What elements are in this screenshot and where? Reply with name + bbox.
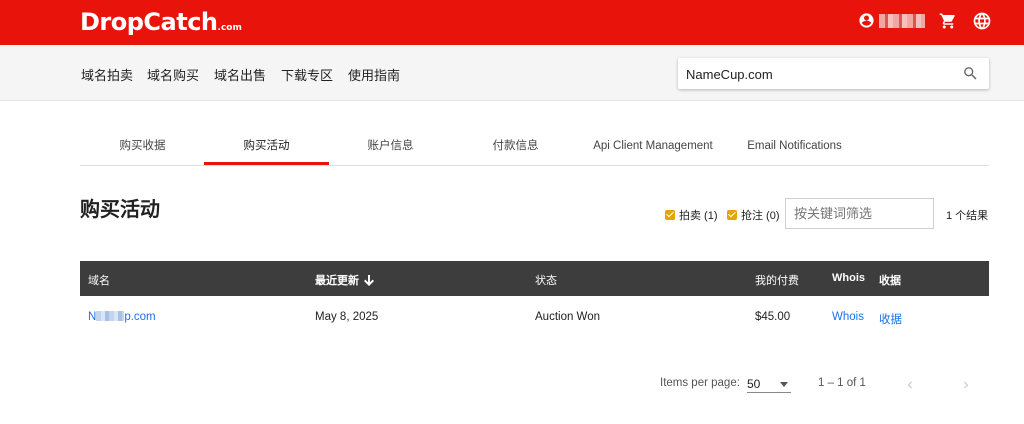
domain-start: N bbox=[88, 311, 97, 323]
redacted-pixels bbox=[96, 311, 125, 321]
column-my-payment[interactable]: 我的付费 bbox=[755, 272, 799, 288]
tab-purchase-receipts[interactable]: 购买收据 bbox=[80, 128, 205, 165]
table-row: Np.com May 8, 2025 Auction Won $45.00 Wh… bbox=[80, 296, 989, 340]
domain-search-input[interactable] bbox=[686, 64, 946, 84]
tab-api-client-management[interactable]: Api Client Management bbox=[577, 128, 729, 165]
username-redacted bbox=[879, 13, 925, 28]
column-domain[interactable]: 域名 bbox=[88, 272, 110, 288]
nav-item-downloads[interactable]: 下载专区 bbox=[281, 65, 333, 84]
account-menu[interactable] bbox=[858, 12, 925, 29]
cart-icon[interactable] bbox=[939, 12, 957, 30]
dropcatch-logo[interactable]: DropCatch.com bbox=[80, 8, 242, 36]
page-title: 购买活动 bbox=[80, 199, 160, 221]
nav-item-guide[interactable]: 使用指南 bbox=[348, 65, 400, 84]
filter-auction-checkbox[interactable]: 拍卖 (1) bbox=[665, 207, 718, 223]
checkbox-checked-icon bbox=[727, 210, 737, 220]
filter-auction-label: 拍卖 (1) bbox=[679, 210, 718, 222]
column-status[interactable]: 状态 bbox=[535, 272, 557, 288]
filter-backorder-checkbox[interactable]: 抢注 (0) bbox=[727, 207, 780, 223]
account-icon bbox=[859, 13, 874, 28]
payment-value: $45.00 bbox=[755, 311, 791, 323]
next-page-icon[interactable] bbox=[959, 378, 973, 392]
items-per-page-label: Items per page: bbox=[660, 377, 740, 389]
keyword-filter bbox=[785, 198, 934, 229]
nav-item-auctions[interactable]: 域名拍卖 bbox=[81, 65, 133, 84]
column-last-updated-label: 最近更新 bbox=[315, 275, 359, 287]
dropdown-caret-icon bbox=[780, 382, 788, 387]
sort-arrow-down-icon bbox=[364, 275, 374, 286]
globe-icon[interactable] bbox=[972, 11, 992, 31]
domain-end: p.com bbox=[124, 311, 156, 323]
page-size-value: 50 bbox=[747, 377, 761, 391]
page-range: 1 – 1 of 1 bbox=[818, 377, 866, 389]
column-last-updated[interactable]: 最近更新 bbox=[315, 272, 374, 288]
tab-payment-info[interactable]: 付款信息 bbox=[453, 128, 578, 165]
top-header: DropCatch.com bbox=[0, 0, 1024, 45]
nav-item-sell[interactable]: 域名出售 bbox=[214, 65, 266, 84]
receipt-link[interactable]: 收据 bbox=[879, 311, 902, 327]
nav-item-buy[interactable]: 域名购买 bbox=[147, 65, 199, 84]
keyword-filter-input[interactable] bbox=[786, 199, 933, 228]
column-receipt: 收据 bbox=[879, 275, 901, 287]
tab-account-info[interactable]: 账户信息 bbox=[328, 128, 453, 165]
logo-suffix: .com bbox=[217, 23, 242, 33]
whois-link[interactable]: Whois bbox=[832, 311, 864, 323]
result-count: 1 个结果 bbox=[946, 210, 989, 222]
table-header: 域名 最近更新 状态 我的付费 Whois 收据 bbox=[80, 261, 989, 296]
domain-search bbox=[678, 58, 989, 89]
page-size-select[interactable]: 50 bbox=[747, 373, 791, 393]
filter-backorder-label: 抢注 (0) bbox=[741, 210, 780, 222]
column-whois: Whois bbox=[832, 272, 865, 284]
last-updated-value: May 8, 2025 bbox=[315, 311, 379, 323]
logo-text: DropCatch bbox=[80, 8, 218, 36]
search-icon[interactable] bbox=[962, 65, 979, 82]
active-tab-indicator bbox=[204, 162, 329, 165]
domain-link[interactable]: Np.com bbox=[88, 311, 156, 323]
account-tabs: 购买收据 购买活动 账户信息 付款信息 Api Client Managemen… bbox=[80, 128, 989, 166]
tab-email-notifications[interactable]: Email Notifications bbox=[732, 128, 857, 165]
status-value: Auction Won bbox=[535, 311, 600, 323]
checkbox-checked-icon bbox=[665, 210, 675, 220]
previous-page-icon[interactable] bbox=[903, 378, 917, 392]
tab-purchase-activity[interactable]: 购买活动 bbox=[204, 128, 329, 165]
